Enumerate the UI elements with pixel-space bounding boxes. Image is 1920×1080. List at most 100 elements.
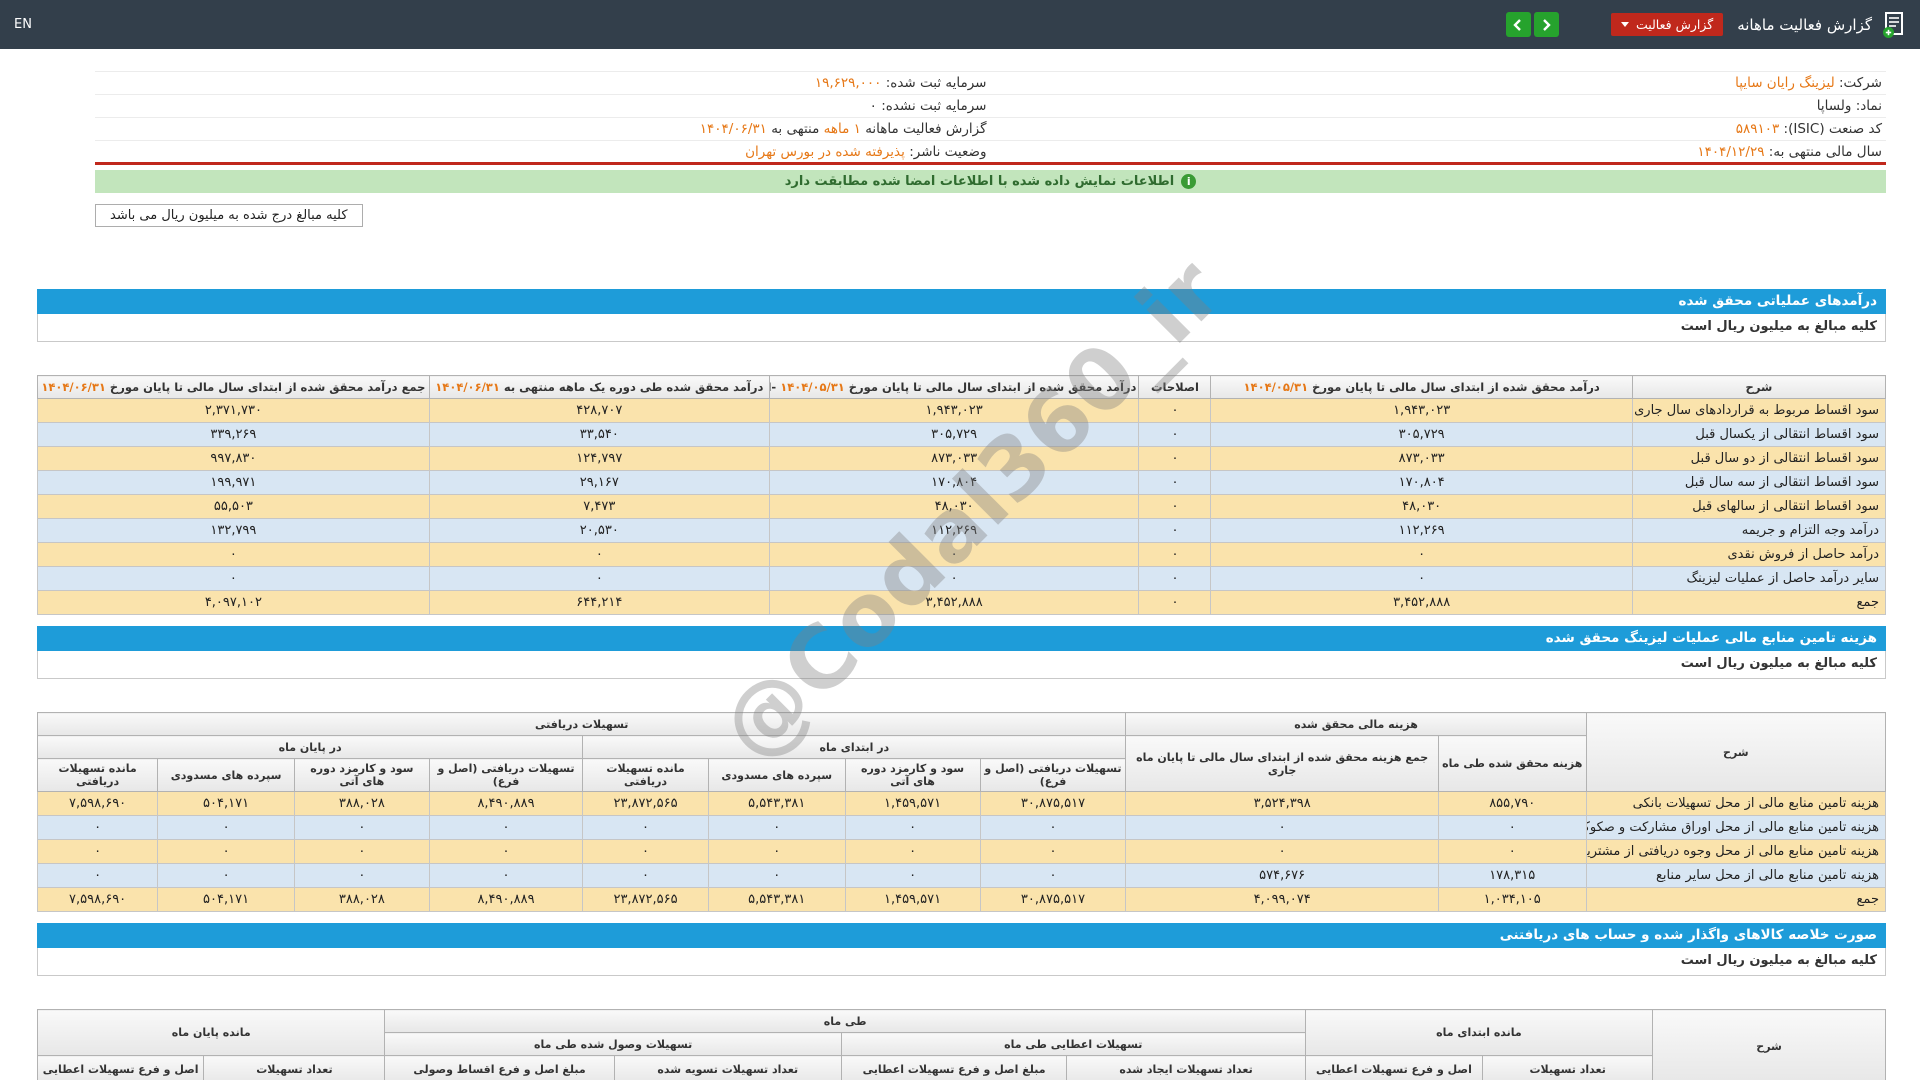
table-header-row: شرح مانده ابتدای ماه طی ماه مانده پایان … xyxy=(36,1009,1886,1080)
row-value: ۳,۴۵۲,۸۸۸ xyxy=(1210,590,1633,615)
row-value: ۲۳,۸۷۲,۵۶۵ xyxy=(582,791,709,816)
table-header-row: تعداد تسهیلات اصل و فرع تسهیلات اعطایی ت… xyxy=(36,1055,1886,1080)
row-value: ۳۰۵,۷۲۹ xyxy=(768,422,1140,447)
signature-match-banner: i اطلاعات نمایش داده شده با اطلاعات امضا… xyxy=(95,170,1886,193)
report-type-dropdown[interactable]: گزارش فعالیت xyxy=(1610,13,1724,36)
company-label: شرکت: xyxy=(1839,75,1882,91)
row-value: ۵۵,۵۰۳ xyxy=(37,494,430,519)
table-row: سود اقساط مربوط به قراردادهای سال جاری ۱,… xyxy=(37,398,1887,423)
row-label: درآمد حاصل از فروش نقدی xyxy=(1631,542,1887,567)
goods-receivables-table: شرح مانده ابتدای ماه طی ماه مانده پایان … xyxy=(36,1009,1886,1080)
language-switch-en[interactable]: EN xyxy=(14,17,32,32)
row-value: ۰ xyxy=(582,815,709,840)
row-value: ۳۳,۵۴۰ xyxy=(428,422,770,447)
col-desc: شرح xyxy=(1631,375,1887,399)
page-title: گزارش فعالیت ماهانه xyxy=(1737,15,1872,34)
previous-report-button[interactable] xyxy=(1505,12,1531,37)
isic-value: ۵۸۹۱۰۳ xyxy=(1735,121,1780,137)
section-unit-note: کلیه مبالغ به میلیون ریال است xyxy=(37,948,1886,976)
row-value: ۱,۹۴۳,۰۲۳ xyxy=(768,398,1140,423)
report-period-date: ۱۴۰۴/۰۶/۳۱ xyxy=(699,121,767,137)
row-value: ۰ xyxy=(157,839,295,864)
row-label: سود اقساط مربوط به قراردادهای سال جاری xyxy=(1631,398,1887,423)
row-label: سود اقساط انتقالی از یکسال قبل xyxy=(1631,422,1887,447)
row-label: هزینه تامین منابع مالی از محل وجوه دریاف… xyxy=(1585,839,1887,864)
row-value: ۱۳۲,۷۹۹ xyxy=(37,518,430,543)
row-value: ۰ xyxy=(1437,815,1587,840)
col-collected-amount: مبلغ اصل و فرع اقساط وصولی xyxy=(384,1055,615,1080)
col-end-principal: اصل و فرع تسهیلات اعطایی xyxy=(36,1055,205,1080)
row-label: هزینه تامین منابع مالی از محل تسهیلات با… xyxy=(1585,791,1887,816)
section-title-bar: درآمدهای عملیاتی محقق شده xyxy=(37,289,1886,314)
page-content: شرکت: لیزینگ رایان سایپا سرمایه ثبت شده:… xyxy=(36,71,1887,1080)
row-value: ۰ xyxy=(293,815,430,840)
row-value: ۰ xyxy=(428,815,584,840)
col-revenue-total-0631: جمع درآمد محقق شده از ابتدای سال مالی تا… xyxy=(37,375,430,399)
section-financing-costs: هزینه تامین منابع مالی عملیات لیزینگ محق… xyxy=(36,626,1887,912)
table-row: هزینه تامین منابع مالی از محل تسهیلات با… xyxy=(36,791,1887,816)
report-period-prefix: گزارش فعالیت ماهانه xyxy=(865,121,987,137)
report-period-length: ۱ ماهه xyxy=(823,121,861,137)
row-value: ۳,۵۲۴,۳۹۸ xyxy=(1125,791,1439,816)
row-value: ۸۷۳,۰۳۳ xyxy=(768,446,1140,471)
chevron-left-icon xyxy=(1513,18,1522,31)
row-value: ۷,۴۷۳ xyxy=(428,494,770,519)
row-value: ۱,۴۵۹,۵۷۱ xyxy=(844,791,981,816)
row-value: ۴,۰۹۷,۱۰۲ xyxy=(37,590,430,615)
group-begin-month: در ابتدای ماه xyxy=(582,735,1127,759)
registered-capital-label: سرمایه ثبت شده: xyxy=(885,75,987,91)
report-period-middle: منتهی به xyxy=(771,121,820,137)
report-type-label: گزارش فعالیت xyxy=(1635,17,1714,32)
company-info-table: شرکت: لیزینگ رایان سایپا سرمایه ثبت شده:… xyxy=(95,71,1886,165)
section-operating-revenues: درآمدهای عملیاتی محقق شده کلیه مبالغ به … xyxy=(37,289,1887,615)
row-label: سود اقساط انتقالی از سالهای قبل xyxy=(1631,494,1887,519)
row-value: ۸۵۵,۷۹۰ xyxy=(1437,791,1587,816)
col-created-count: تعداد تسهیلات ایجاد شده xyxy=(1066,1055,1306,1080)
row-label: سود اقساط انتقالی از دو سال قبل xyxy=(1631,446,1887,471)
header-date: ۱۴۰۴/۰۶/۳۱ xyxy=(41,380,106,394)
row-value: ۰ xyxy=(979,815,1127,840)
col-revenue-to-0531: درآمد محقق شده از ابتدای سال مالی تا پای… xyxy=(1210,375,1633,399)
info-row: سال مالی منتهی به: ۱۴۰۴/۱۲/۲۹ وضعیت ناشر… xyxy=(95,140,1886,164)
row-value: ۰ xyxy=(36,863,159,888)
row-value: ۴,۰۹۹,۰۷۴ xyxy=(1125,887,1439,912)
group-during-month: طی ماه xyxy=(384,1009,1306,1033)
isic-label: کد صنعت (ISIC): xyxy=(1783,121,1882,137)
row-value: ۰ xyxy=(428,566,770,591)
registered-capital-value: ۱۹,۶۲۹,۰۰۰ xyxy=(814,75,882,91)
fiscal-year-label: سال مالی منتهی به: xyxy=(1768,143,1882,160)
group-collected-during-month: تسهیلات وصول شده طی ماه xyxy=(384,1032,842,1056)
unregistered-capital-label: سرمایه ثبت نشده: xyxy=(881,98,987,114)
col-desc: شرح xyxy=(1652,1009,1886,1080)
row-value: ۰ xyxy=(707,839,846,864)
amounts-unit-box: کلیه مبالغ درج شده به میلیون ریال می باش… xyxy=(95,204,363,227)
section-title: هزینه تامین منابع مالی عملیات لیزینگ محق… xyxy=(1545,630,1877,646)
row-value: ۰ xyxy=(844,863,981,888)
next-report-button[interactable] xyxy=(1533,12,1559,37)
row-value: ۰ xyxy=(428,542,770,567)
info-row: شرکت: لیزینگ رایان سایپا سرمایه ثبت شده:… xyxy=(95,71,1886,95)
col-cost-cumulative: جمع هزینه محقق شده از ابتدای سال مالی تا… xyxy=(1125,735,1439,792)
banner-text: اطلاعات نمایش داده شده با اطلاعات امضا ش… xyxy=(784,174,1175,189)
table-row: جمع ۳,۴۵۲,۸۸۸ ۰ ۳,۴۵۲,۸۸۸ ۶۴۴,۲۱۴ ۴,۰۹۷,۱۰۲ xyxy=(37,590,1887,615)
group-finance-cost: هزینه مالی محقق شده xyxy=(1125,712,1587,736)
row-value: ۵۰۴,۱۷۱ xyxy=(157,791,295,816)
table-row: جمع ۱,۰۳۴,۱۰۵ ۴,۰۹۹,۰۷۴ ۳۰,۸۷۵,۵۱۷ ۱,۴۵۹,۵۷۱… xyxy=(36,887,1887,912)
col-settled-count: تعداد تسهیلات تسویه شده xyxy=(613,1055,842,1080)
navbar-right-group: گزارش فعالیت ماهانه گزارش فعالیت xyxy=(1505,11,1906,39)
row-label: سایر درآمد حاصل از عملیات لیزینگ xyxy=(1631,566,1887,591)
row-value: ۴۲۸,۷۰۷ xyxy=(428,398,770,423)
fiscal-year-value: ۱۴۰۴/۱۲/۲۹ xyxy=(1697,143,1765,160)
section-title: درآمدهای عملیاتی محقق شده xyxy=(1678,293,1878,309)
table-row: درآمد حاصل از فروش نقدی ۰ ۰ ۰ ۰ ۰ xyxy=(37,542,1887,567)
row-value: ۳۰,۸۷۵,۵۱۷ xyxy=(979,791,1127,816)
operating-revenues-table: شرح درآمد محقق شده از ابتدای سال مالی تا… xyxy=(37,375,1887,615)
col-desc: شرح xyxy=(1585,712,1887,792)
section-title-bar: صورت خلاصه کالاهای واگذار شده و حساب های… xyxy=(37,923,1886,948)
row-value: ۰ xyxy=(1138,398,1212,423)
row-value: ۱,۰۳۴,۱۰۵ xyxy=(1437,887,1587,912)
row-value: ۰ xyxy=(1138,518,1212,543)
row-label: هزینه تامین منابع مالی از محل اوراق مشار… xyxy=(1585,815,1887,840)
section-title: صورت خلاصه کالاهای واگذار شده و حساب های… xyxy=(1499,927,1877,943)
row-value: ۰ xyxy=(707,815,846,840)
